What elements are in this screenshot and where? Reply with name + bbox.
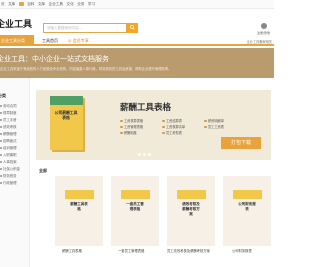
topnav-item[interactable]: 页	[1, 2, 5, 7]
sidebar-item[interactable]: 培训管理	[0, 145, 17, 150]
lock-icon	[18, 2, 24, 6]
top-nav-bar: 页 文库 百科 文库 企业工具 文化 业务 学习	[0, 0, 274, 9]
book-title: 公司薪酬工具表格	[54, 110, 78, 120]
book-brand-strip	[50, 96, 83, 105]
search-input[interactable]: 请输入要搜索的内容...	[43, 23, 127, 33]
topnav-item[interactable]: 学习	[88, 2, 95, 7]
section-heading: 全部	[39, 168, 47, 173]
book-cover: 公司财务报表	[233, 190, 262, 237]
feature-item: 工资结算表	[162, 118, 182, 123]
feature-item: 员工考勤表	[162, 130, 182, 135]
hero-title: 企业工具：中小企业一站式文档服务	[0, 55, 109, 63]
sidebar-item[interactable]: 劳动合同	[0, 103, 17, 108]
sidebar-item-label: 人事档案	[3, 160, 17, 164]
sidebar-item[interactable]: 绩效考核	[0, 124, 17, 129]
card-label[interactable]: 薪酬工具表格	[62, 248, 82, 253]
search-button[interactable]	[127, 23, 138, 33]
book-cover: 一套员工管理表格	[121, 190, 150, 237]
book-title: 薪酬工具表格	[70, 202, 88, 211]
carousel-dot[interactable]	[138, 153, 141, 156]
sidebar-item-label: 规章制度	[3, 111, 17, 115]
book-brand-strip	[233, 190, 262, 199]
search-placeholder: 请输入要搜索的内容...	[47, 26, 82, 30]
tab-right-link[interactable]: 企业工具备案相关	[247, 39, 273, 44]
card-label[interactable]: 公司财务报表	[232, 248, 252, 253]
product-card[interactable]: 绩效考核及薪酬考核方案	[167, 176, 215, 246]
topnav-item[interactable]: 文库	[38, 2, 45, 7]
card-label[interactable]: 一套员工管理表格	[118, 248, 144, 253]
sidebar-item[interactable]: 招聘面试	[0, 138, 17, 143]
book-cover: 绩效考核及薪酬考核方案	[177, 190, 206, 237]
card-label[interactable]: 员工绩效考核及薪酬考核方案	[167, 248, 210, 253]
book-brand-strip	[177, 190, 206, 199]
product-card[interactable]: 公司财务报表	[223, 176, 271, 246]
feature-item: 员工工资表	[204, 124, 224, 129]
feature-item: 工资核算清单	[162, 124, 185, 129]
download-button[interactable]: 打包下载	[221, 137, 261, 149]
header: 企业工具 请输入要搜索的内容... 热门搜索： 注册/登录	[0, 10, 274, 39]
tab-vip-label: 会员专享	[72, 38, 89, 43]
user-avatar-icon	[261, 23, 267, 29]
hero-section: 企业工具：中小企业一站式文档服务 企业工具来源于有经验的人力资源及专业机构，内容…	[0, 48, 274, 78]
topnav-item[interactable]: 文化	[67, 2, 74, 7]
book-cover: 薪酬工具表格	[65, 190, 94, 237]
sidebar-item-label: 员工手册	[3, 118, 17, 122]
sidebar-item[interactable]: 薪酬管理	[0, 131, 17, 136]
sidebar-item-label: 培训管理	[3, 146, 17, 150]
tab-vip[interactable]: ◎ 会员专享	[68, 38, 89, 44]
sidebar-item-label: 行政管理	[3, 181, 17, 185]
featured-banner[interactable]: 公司薪酬工具表格 薪酬工具表格 工资核算表格 工资结算表 薪资明细单 工资管理表…	[36, 90, 271, 160]
sidebar-item-label: 劳动合同	[3, 104, 17, 108]
search-icon	[130, 25, 135, 30]
sidebar-item-label: 招聘面试	[3, 139, 17, 143]
book-title: 绩效考核及薪酬考核方案	[182, 202, 200, 216]
product-card[interactable]: 薪酬工具表格	[55, 176, 103, 246]
topnav-item[interactable]: 文库	[8, 2, 15, 7]
book-title: 一套员工管理表格	[126, 202, 144, 211]
book-brand-strip	[121, 190, 150, 199]
tab-bar: 企业工具分类 工具首页 ◎ 会员专享 企业工具备案相关	[0, 35, 274, 46]
sidebar-item-label: 薪酬管理	[3, 132, 17, 136]
category-sidebar: 分类 劳动合同 规章制度 员工手册 绩效考核 薪酬管理 招聘面试 培训管理 入职…	[0, 78, 30, 267]
carousel-dot[interactable]	[143, 153, 146, 156]
sidebar-heading: 分类	[0, 93, 6, 98]
product-card[interactable]: 一套员工管理表格	[111, 176, 159, 246]
topnav-item[interactable]: 百科	[27, 2, 34, 7]
topnav-item[interactable]: 业务	[77, 2, 84, 7]
feature-item: 薪酬制度	[120, 130, 137, 135]
sidebar-item[interactable]: 人事档案	[0, 159, 17, 164]
book-brand-strip	[65, 190, 94, 199]
sidebar-item[interactable]: 行政管理	[0, 180, 17, 185]
site-logo[interactable]: 企业工具	[0, 17, 32, 30]
sidebar-item-label: 入职离职	[3, 153, 17, 157]
topnav-item[interactable]: 企业工具	[49, 2, 63, 7]
sidebar-item-label: 社保公积金	[3, 167, 20, 171]
sidebar-item[interactable]: 社保公积金	[0, 166, 20, 171]
hero-subtitle: 企业工具来源于有经验的人力资源及专业机构，内容涵盖人事行政，财务税务的工具及资源…	[0, 67, 172, 71]
feature-item: 工资核算表格	[120, 118, 143, 123]
carousel-dot[interactable]	[148, 153, 151, 156]
vip-icon: ◎	[68, 38, 72, 43]
book-title: 公司财务报表	[238, 202, 256, 211]
tab-home[interactable]: 工具首页	[42, 38, 58, 44]
sidebar-item[interactable]: 规章制度	[0, 110, 17, 115]
tab-categories[interactable]: 企业工具分类	[0, 35, 34, 46]
feature-item: 薪资明细单	[204, 118, 224, 123]
sidebar-item-label: 绩效考核	[3, 125, 17, 129]
feature-item: 工资管理表格	[120, 124, 143, 129]
sidebar-item-label: 财务税务	[3, 174, 17, 178]
sidebar-item[interactable]: 财务税务	[0, 173, 17, 178]
banner-title: 薪酬工具表格	[120, 103, 172, 113]
book-cover: 公司薪酬工具表格	[50, 96, 83, 150]
sidebar-item[interactable]: 入职离职	[0, 152, 17, 157]
sidebar-item[interactable]: 员工手册	[0, 117, 17, 122]
